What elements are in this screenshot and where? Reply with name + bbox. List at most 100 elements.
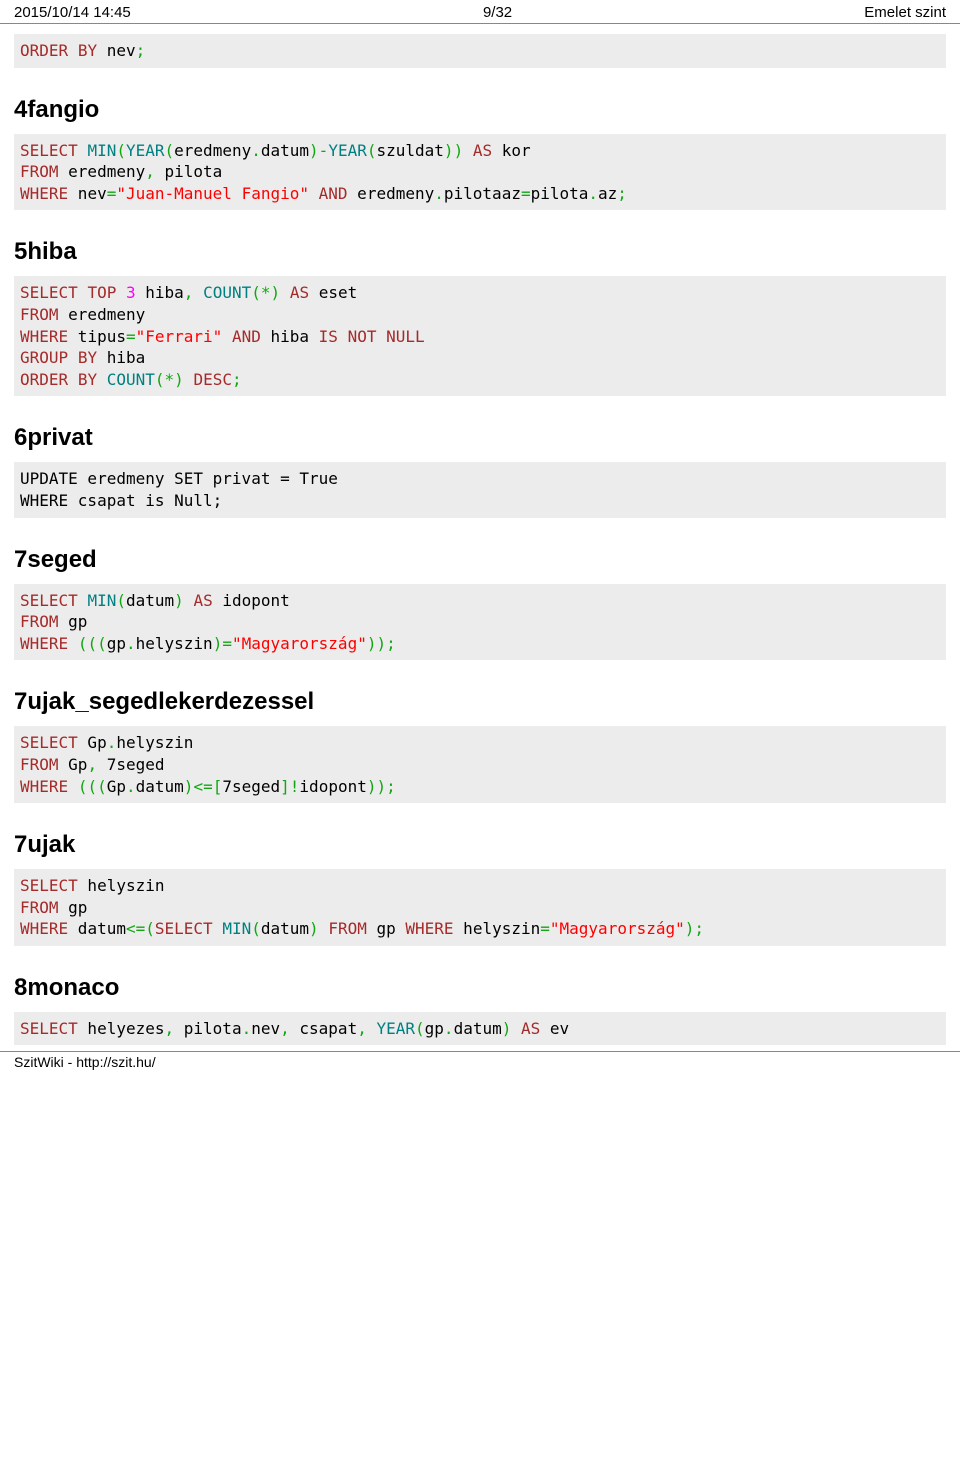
punct: * bbox=[261, 283, 271, 302]
kw: DESC bbox=[193, 370, 232, 389]
kw: ORDER bbox=[20, 370, 68, 389]
paren: ( bbox=[165, 141, 175, 160]
kw: AS bbox=[473, 141, 492, 160]
kw: AS bbox=[193, 591, 212, 610]
paren: ( bbox=[155, 370, 165, 389]
id: 7seged bbox=[97, 755, 164, 774]
header-title: Emelet szint bbox=[864, 4, 946, 21]
id: gp bbox=[107, 634, 126, 653]
kw: WHERE bbox=[20, 634, 68, 653]
kw: WHERE bbox=[20, 919, 68, 938]
id: datum bbox=[68, 919, 126, 938]
id: hiba bbox=[136, 283, 184, 302]
kw: FROM bbox=[20, 755, 59, 774]
id: pilota bbox=[531, 184, 589, 203]
kw: AS bbox=[521, 1019, 540, 1038]
heading-7ujak: 7ujak bbox=[14, 831, 946, 859]
footer-text: SzitWiki - http://szit.hu/ bbox=[14, 1054, 156, 1070]
punct: - bbox=[319, 141, 329, 160]
heading-7ujak-segedlekerdezessel: 7ujak_segedlekerdezessel bbox=[14, 688, 946, 716]
header-pagenum: 9/32 bbox=[483, 4, 512, 21]
punct: = bbox=[540, 919, 550, 938]
id: helyszin bbox=[454, 919, 541, 938]
id: Gp bbox=[59, 755, 88, 774]
punct: ; bbox=[232, 370, 242, 389]
kw: WHERE bbox=[20, 184, 68, 203]
id: eredmeny bbox=[59, 305, 146, 324]
punct: ; bbox=[386, 777, 396, 796]
kw: WHERE bbox=[20, 327, 68, 346]
id: nev bbox=[251, 1019, 280, 1038]
kw: SELECT bbox=[20, 876, 78, 895]
kw: FROM bbox=[20, 612, 59, 631]
id: gp bbox=[425, 1019, 444, 1038]
kw: FROM bbox=[20, 305, 59, 324]
kw: BY bbox=[78, 41, 97, 60]
punct: . bbox=[434, 184, 444, 203]
fn: MIN bbox=[222, 919, 251, 938]
id: pilota bbox=[174, 1019, 241, 1038]
kw: BY bbox=[78, 348, 97, 367]
punct: . bbox=[107, 733, 117, 752]
id: helyszin bbox=[78, 876, 165, 895]
paren: ( bbox=[145, 919, 155, 938]
kw: AS bbox=[290, 283, 309, 302]
paren: ) bbox=[685, 919, 695, 938]
heading-5hiba: 5hiba bbox=[14, 238, 946, 266]
punct: * bbox=[165, 370, 175, 389]
id: helyezes bbox=[78, 1019, 165, 1038]
kw: FROM bbox=[20, 162, 59, 181]
paren: ( bbox=[251, 919, 261, 938]
code-block-7seged: SELECT MIN(datum) AS idopont FROM gp WHE… bbox=[14, 584, 946, 661]
kw: BY bbox=[78, 370, 97, 389]
id: datum bbox=[126, 591, 174, 610]
paren: ( bbox=[116, 591, 126, 610]
paren: ) bbox=[309, 141, 319, 160]
kw: NULL bbox=[386, 327, 425, 346]
punct: , bbox=[87, 755, 97, 774]
id: pilotaaz bbox=[444, 184, 521, 203]
punct: . bbox=[444, 1019, 454, 1038]
code-block-7ujak-seged: SELECT Gp.helyszin FROM Gp, 7seged WHERE… bbox=[14, 726, 946, 803]
id: kor bbox=[492, 141, 531, 160]
str: "Juan-Manuel Fangio" bbox=[116, 184, 309, 203]
id: gp bbox=[59, 612, 88, 631]
code-block-7ujak: SELECT helyszin FROM gp WHERE datum<=(SE… bbox=[14, 869, 946, 946]
kw: FROM bbox=[20, 898, 59, 917]
kw: IS bbox=[319, 327, 338, 346]
id: datum bbox=[454, 1019, 502, 1038]
punct: <= bbox=[126, 919, 145, 938]
id: datum bbox=[136, 777, 184, 796]
kw: WHERE bbox=[20, 777, 68, 796]
punct: = bbox=[222, 634, 232, 653]
punct: , bbox=[280, 1019, 290, 1038]
fn: MIN bbox=[87, 591, 116, 610]
id: csapat bbox=[290, 1019, 357, 1038]
code-block-4fangio: SELECT MIN(YEAR(eredmeny.datum)-YEAR(szu… bbox=[14, 134, 946, 211]
punct: , bbox=[145, 162, 155, 181]
id: tipus bbox=[68, 327, 126, 346]
paren: ) bbox=[174, 591, 184, 610]
id: idopont bbox=[299, 777, 366, 796]
fn: MIN bbox=[87, 141, 116, 160]
paren: ) bbox=[213, 634, 223, 653]
paren: ( bbox=[251, 283, 261, 302]
paren: ) bbox=[444, 141, 454, 160]
punct: . bbox=[251, 141, 261, 160]
id: idopont bbox=[213, 591, 290, 610]
fn: YEAR bbox=[376, 1019, 415, 1038]
line: WHERE csapat is Null; bbox=[20, 491, 222, 510]
str: "Magyarország" bbox=[550, 919, 685, 938]
id: eredmeny bbox=[59, 162, 146, 181]
punct: ; bbox=[694, 919, 704, 938]
fn: COUNT bbox=[203, 283, 251, 302]
id: hiba bbox=[261, 327, 319, 346]
kw: AND bbox=[232, 327, 261, 346]
heading-4fangio: 4fangio bbox=[14, 96, 946, 124]
id: datum bbox=[261, 141, 309, 160]
punct: , bbox=[184, 283, 194, 302]
id: nev bbox=[97, 41, 136, 60]
paren: ) bbox=[454, 141, 464, 160]
kw: SELECT bbox=[20, 283, 78, 302]
kw: AND bbox=[319, 184, 348, 203]
